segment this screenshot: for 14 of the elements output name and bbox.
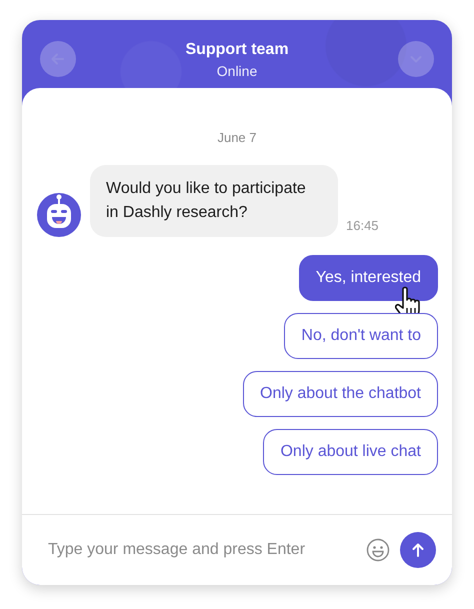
back-button[interactable] xyxy=(40,41,76,77)
smiley-icon[interactable] xyxy=(366,538,390,562)
arrow-up-icon xyxy=(410,542,426,558)
reply-option[interactable]: No, don't want to xyxy=(284,313,438,359)
send-button[interactable] xyxy=(400,532,436,568)
online-status: Online xyxy=(216,62,258,81)
chat-title: Support team xyxy=(185,40,289,60)
collapse-button[interactable] xyxy=(398,41,434,77)
reply-option[interactable]: Only about the chatbot xyxy=(243,371,438,417)
message-time: 16:45 xyxy=(346,218,379,233)
robot-avatar-icon xyxy=(36,191,82,237)
reply-option[interactable]: Only about live chat xyxy=(263,429,438,475)
date-label: June 7 xyxy=(217,130,257,145)
message-bubble: Would you like to participate in Dashly research? xyxy=(90,165,338,237)
